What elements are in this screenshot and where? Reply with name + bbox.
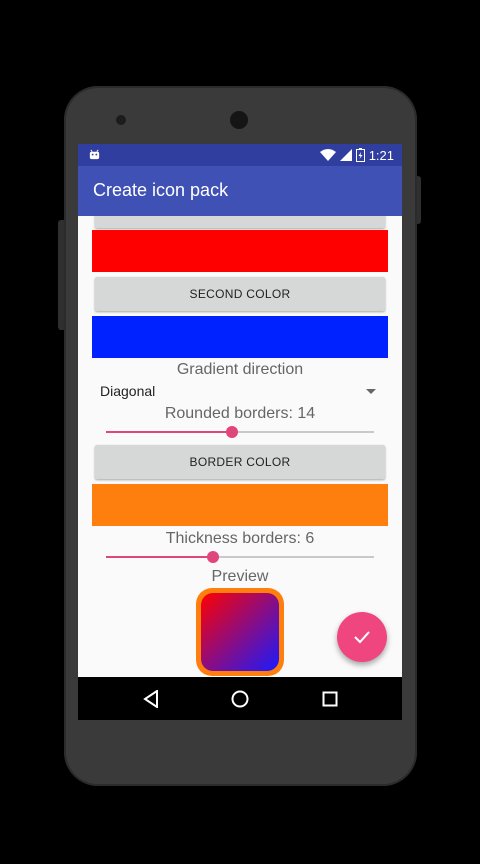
check-icon bbox=[354, 631, 370, 644]
border-color-swatch bbox=[92, 484, 388, 526]
page-title: Create icon pack bbox=[93, 180, 229, 200]
status-bar: 1:21 bbox=[78, 144, 402, 166]
slider-fill bbox=[106, 431, 232, 433]
battery-icon bbox=[355, 148, 365, 162]
app-bar: Create icon pack bbox=[78, 166, 402, 216]
nav-home-button[interactable] bbox=[228, 687, 252, 711]
border-color-button[interactable]: BORDER COLOR bbox=[95, 445, 385, 479]
first-color-button[interactable] bbox=[95, 216, 385, 228]
confirm-fab[interactable] bbox=[337, 612, 387, 662]
dropdown-arrow-icon bbox=[366, 389, 376, 394]
gradient-direction-dropdown[interactable]: Diagonal bbox=[92, 381, 388, 403]
icon-preview bbox=[201, 593, 279, 671]
wifi-icon bbox=[319, 149, 336, 161]
form-content[interactable]: SECOND COLOR Gradient direction Diagonal… bbox=[78, 216, 402, 677]
android-notification-icon bbox=[89, 149, 100, 160]
rounded-borders-slider[interactable] bbox=[106, 425, 374, 439]
recents-icon bbox=[322, 691, 338, 707]
rounded-borders-label: Rounded borders: 14 bbox=[164, 405, 316, 422]
second-color-swatch bbox=[92, 316, 388, 358]
preview-label: Preview bbox=[211, 568, 269, 585]
first-color-swatch bbox=[92, 230, 388, 272]
back-icon bbox=[143, 690, 158, 708]
nav-recents-button[interactable] bbox=[318, 687, 342, 711]
thickness-borders-slider[interactable] bbox=[106, 550, 374, 564]
status-time: 1:21 bbox=[368, 147, 394, 163]
thickness-borders-label: Thickness borders: 6 bbox=[165, 530, 315, 547]
slider-fill bbox=[106, 556, 214, 558]
phone-speaker bbox=[116, 115, 126, 125]
signal-icon bbox=[339, 149, 352, 161]
gradient-direction-value: Diagonal bbox=[100, 383, 156, 399]
nav-back-button[interactable] bbox=[139, 687, 163, 711]
phone-camera bbox=[230, 111, 248, 129]
navigation-bar bbox=[78, 677, 402, 720]
home-icon bbox=[231, 690, 249, 708]
slider-thumb[interactable] bbox=[207, 551, 220, 563]
second-color-button[interactable]: SECOND COLOR bbox=[95, 277, 385, 311]
icon-preview-border bbox=[196, 588, 284, 676]
slider-thumb[interactable] bbox=[225, 426, 238, 438]
screen: 1:21 Create icon pack SECOND COLOR Gradi… bbox=[78, 144, 402, 720]
gradient-direction-label: Gradient direction bbox=[176, 361, 304, 378]
